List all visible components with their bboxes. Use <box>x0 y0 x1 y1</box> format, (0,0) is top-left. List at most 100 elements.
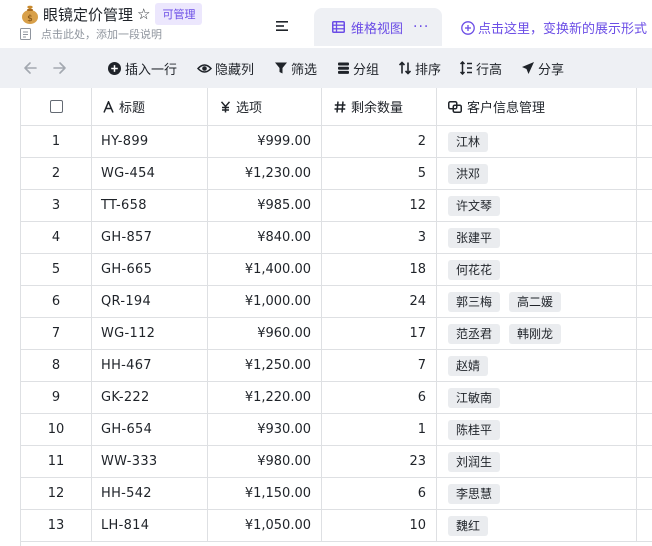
tab-grid-view[interactable]: 维格视图 ··· <box>314 8 442 46</box>
customer-tag[interactable]: 何花花 <box>448 259 501 280</box>
price-cell[interactable]: ¥1,400.00 <box>208 254 322 285</box>
customers-cell[interactable]: 李思慧 <box>437 478 637 509</box>
price-cell[interactable]: ¥1,220.00 <box>208 382 322 413</box>
page-title[interactable]: 眼镜定价管理 <box>43 4 133 25</box>
title-cell[interactable]: WW-333 <box>92 446 208 477</box>
table-row[interactable]: 5 GH-665 ¥1,400.00 18 何花花 <box>21 254 652 286</box>
price-cell[interactable]: ¥840.00 <box>208 222 322 253</box>
sort-button[interactable]: 排序 <box>398 58 441 78</box>
table-row[interactable]: 9 GK-222 ¥1,220.00 6 江敏南 <box>21 382 652 414</box>
title-cell[interactable]: HY-899 <box>92 126 208 157</box>
column-header-remaining[interactable]: 剩余数量 <box>322 88 437 125</box>
table-row[interactable]: 13 LH-814 ¥1,050.00 10 魏红 <box>21 510 652 542</box>
title-cell[interactable]: TT-658 <box>92 190 208 221</box>
customers-cell[interactable]: 赵婧 <box>437 350 637 381</box>
customers-cell[interactable]: 刘润生 <box>437 446 637 477</box>
group-button[interactable]: 分组 <box>337 58 379 78</box>
customer-tag[interactable]: 赵婧 <box>448 355 489 376</box>
insert-row-button[interactable]: 插入一行 <box>107 58 177 78</box>
title-cell[interactable]: HH-542 <box>92 478 208 509</box>
price-cell[interactable]: ¥980.00 <box>208 446 322 477</box>
filter-button[interactable]: 筛选 <box>274 58 317 78</box>
menu-icon[interactable] <box>276 20 290 32</box>
description-row[interactable]: 点击此处，添加一段说明 <box>20 26 162 42</box>
redo-icon[interactable] <box>52 60 68 76</box>
customers-cell[interactable]: 张建平 <box>437 222 637 253</box>
table-row[interactable]: 7 WG-112 ¥960.00 17 范丞君 韩刚龙 <box>21 318 652 350</box>
remaining-cell[interactable]: 1 <box>322 414 437 445</box>
remaining-cell[interactable]: 12 <box>322 190 437 221</box>
column-header-options[interactable]: 选项 <box>208 88 322 125</box>
customers-cell[interactable]: 江林 <box>437 126 637 157</box>
title-cell[interactable]: GH-654 <box>92 414 208 445</box>
select-all-checkbox[interactable] <box>49 100 63 113</box>
remaining-cell[interactable]: 2 <box>322 126 437 157</box>
price-cell[interactable]: ¥1,230.00 <box>208 158 322 189</box>
customers-cell[interactable]: 江敏南 <box>437 382 637 413</box>
customers-cell[interactable]: 范丞君 韩刚龙 <box>437 318 637 349</box>
remaining-cell[interactable]: 6 <box>322 478 437 509</box>
money-bag-icon[interactable]: $ <box>20 4 40 24</box>
customer-tag[interactable]: 江敏南 <box>448 387 501 408</box>
customers-cell[interactable]: 何花花 <box>437 254 637 285</box>
more-icon[interactable]: ··· <box>413 20 429 34</box>
star-icon[interactable]: ☆ <box>137 6 150 22</box>
title-cell[interactable]: WG-112 <box>92 318 208 349</box>
title-cell[interactable]: GH-857 <box>92 222 208 253</box>
customer-tag[interactable]: 洪邓 <box>448 163 489 184</box>
price-cell[interactable]: ¥960.00 <box>208 318 322 349</box>
undo-icon[interactable] <box>22 60 38 76</box>
table-row[interactable]: 6 QR-194 ¥1,000.00 24 郭三梅 高二媛 <box>21 286 652 318</box>
price-cell[interactable]: ¥930.00 <box>208 414 322 445</box>
table-row[interactable]: 11 WW-333 ¥980.00 23 刘润生 <box>21 446 652 478</box>
table-row[interactable]: 4 GH-857 ¥840.00 3 张建平 <box>21 222 652 254</box>
row-height-button[interactable]: 行高 <box>459 58 502 78</box>
customer-tag[interactable]: 郭三梅 <box>448 291 501 312</box>
table-row[interactable]: 3 TT-658 ¥985.00 12 许文琴 <box>21 190 652 222</box>
share-button[interactable]: 分享 <box>521 58 564 78</box>
customer-tag[interactable]: 韩刚龙 <box>509 323 562 344</box>
column-header-customers[interactable]: 客户信息管理 <box>437 88 637 125</box>
title-cell[interactable]: WG-454 <box>92 158 208 189</box>
remaining-cell[interactable]: 3 <box>322 222 437 253</box>
customer-tag[interactable]: 魏红 <box>448 515 489 536</box>
customer-tag[interactable]: 陈桂平 <box>448 419 501 440</box>
remaining-cell[interactable]: 5 <box>322 158 437 189</box>
price-cell[interactable]: ¥1,150.00 <box>208 478 322 509</box>
table-row[interactable]: 8 HH-467 ¥1,250.00 7 赵婧 <box>21 350 652 382</box>
customers-cell[interactable]: 陈桂平 <box>437 414 637 445</box>
customer-tag[interactable]: 江林 <box>448 131 489 152</box>
price-cell[interactable]: ¥1,250.00 <box>208 350 322 381</box>
remaining-cell[interactable]: 10 <box>322 510 437 541</box>
price-cell[interactable]: ¥1,000.00 <box>208 286 322 317</box>
customers-cell[interactable]: 魏红 <box>437 510 637 541</box>
remaining-cell[interactable]: 23 <box>322 446 437 477</box>
title-cell[interactable]: GH-665 <box>92 254 208 285</box>
customer-tag[interactable]: 高二媛 <box>509 291 562 312</box>
price-cell[interactable]: ¥985.00 <box>208 190 322 221</box>
table-row[interactable]: 10 GH-654 ¥930.00 1 陈桂平 <box>21 414 652 446</box>
table-row[interactable]: 2 WG-454 ¥1,230.00 5 洪邓 <box>21 158 652 190</box>
title-cell[interactable]: HH-467 <box>92 350 208 381</box>
title-cell[interactable]: GK-222 <box>92 382 208 413</box>
column-header-title[interactable]: 标题 <box>92 88 208 125</box>
customer-tag[interactable]: 李思慧 <box>448 483 501 504</box>
add-view-button[interactable]: 点击这里，变换新的展示形式 <box>461 18 647 37</box>
remaining-cell[interactable]: 24 <box>322 286 437 317</box>
price-cell[interactable]: ¥1,050.00 <box>208 510 322 541</box>
price-cell[interactable]: ¥999.00 <box>208 126 322 157</box>
remaining-cell[interactable]: 7 <box>322 350 437 381</box>
customer-tag[interactable]: 张建平 <box>448 227 501 248</box>
title-cell[interactable]: QR-194 <box>92 286 208 317</box>
customer-tag[interactable]: 许文琴 <box>448 195 501 216</box>
customers-cell[interactable]: 许文琴 <box>437 190 637 221</box>
description-placeholder[interactable]: 点击此处，添加一段说明 <box>41 26 162 42</box>
customer-tag[interactable]: 刘润生 <box>448 451 501 472</box>
remaining-cell[interactable]: 6 <box>322 382 437 413</box>
customers-cell[interactable]: 郭三梅 高二媛 <box>437 286 637 317</box>
remaining-cell[interactable]: 18 <box>322 254 437 285</box>
add-column-cell[interactable] <box>637 88 652 125</box>
customer-tag[interactable]: 范丞君 <box>448 323 501 344</box>
hide-columns-button[interactable]: 隐藏列 <box>197 58 254 78</box>
customers-cell[interactable]: 洪邓 <box>437 158 637 189</box>
